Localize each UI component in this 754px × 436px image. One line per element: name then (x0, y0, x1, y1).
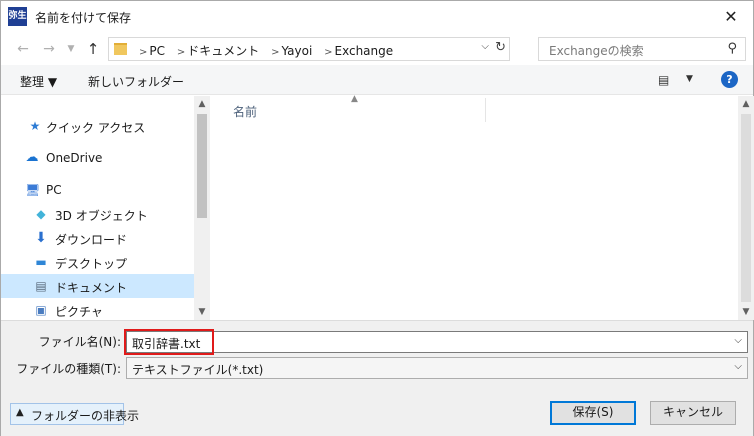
filetype-label: ファイルの種類(T): (16, 362, 121, 376)
nav-item-quick-access[interactable]: ★ クイック アクセス (1, 114, 194, 138)
arrow-up-icon: ↑ (86, 40, 100, 58)
folder-icon (114, 43, 127, 55)
new-folder-button[interactable]: 新しいフォルダー (88, 73, 184, 90)
scroll-down-icon[interactable]: ▼ (738, 304, 754, 320)
chevron-right-icon: > (139, 47, 148, 58)
nav-item-label: ダウンロード (55, 233, 128, 247)
nav-item-label: デスクトップ (55, 257, 128, 271)
nav-item-desktop[interactable]: ▬ デスクトップ (1, 250, 194, 274)
breadcrumb-pc[interactable]: PC (149, 44, 165, 58)
up-button[interactable]: ↑ (83, 39, 103, 59)
search-box[interactable]: Exchangeの検索 ⚲ (538, 37, 746, 61)
chevron-up-icon: ▲ (16, 407, 24, 418)
column-divider[interactable] (485, 98, 486, 122)
scrollbar-thumb[interactable] (197, 114, 207, 218)
nav-item-label: 3D オブジェクト (55, 209, 148, 223)
chevron-right-icon: > (271, 47, 280, 58)
highlight-box (124, 329, 214, 355)
save-button[interactable]: 保存(S) (550, 401, 636, 425)
computer-icon: 🖥 (25, 183, 41, 197)
command-toolbar: 整理 ▼ 新しいフォルダー ▤ ▼ ? (1, 65, 753, 95)
nav-item-pc[interactable]: 🖥 PC (1, 178, 194, 202)
chevron-right-icon: > (324, 47, 333, 58)
back-button[interactable]: ← (13, 39, 33, 59)
chevron-down-icon[interactable]: ▼ (686, 74, 693, 84)
hide-folders-label: フォルダーの非表示 (31, 409, 140, 423)
nav-item-label: ピクチャ (55, 305, 103, 319)
cloud-icon: ☁ (25, 150, 39, 165)
star-icon: ★ (29, 119, 41, 133)
title-bar: 弥生 名前を付けて保存 ✕ (1, 1, 753, 33)
cube-icon: ◆ (36, 207, 46, 221)
close-icon: ✕ (724, 7, 738, 26)
arrow-left-icon: ← (17, 41, 29, 57)
nav-item-label: PC (46, 183, 62, 197)
nav-item-label: ドキュメント (55, 281, 128, 295)
column-header-label: 名前 (233, 105, 258, 119)
window-title: 名前を付けて保存 (35, 11, 132, 25)
forward-button[interactable]: → (39, 39, 59, 59)
hide-folders-button[interactable]: ▲ フォルダーの非表示 (10, 403, 139, 425)
file-list-scrollbar[interactable]: ▲ ▼ (738, 96, 754, 320)
nav-item-onedrive[interactable]: ☁ OneDrive (1, 146, 194, 170)
address-row: ← → ▼ ↑ > PC > ドキュメント > Yayoi > Exchange ⌵ ↻… (1, 33, 753, 65)
nav-item-3d-objects[interactable]: ◆ 3D オブジェクト (1, 202, 194, 226)
picture-icon: ▣ (35, 303, 47, 317)
filename-label: ファイル名(N): (38, 335, 121, 349)
column-header-name[interactable]: 名前 (233, 103, 257, 120)
chevron-down-icon: ▼ (67, 44, 75, 54)
search-icon[interactable]: ⚲ (727, 41, 737, 56)
save-as-dialog: 弥生 名前を付けて保存 ✕ ← → ▼ ↑ > PC > ドキュメント > Yayoi… (0, 0, 754, 436)
save-form: ファイル名(N): 取引辞書.txt ⌵ ファイルの種類(T): テキストファイ… (1, 320, 753, 436)
nav-item-downloads[interactable]: ⬇ ダウンロード (1, 226, 194, 250)
recent-locations-button[interactable]: ▼ (61, 39, 81, 59)
view-options-icon[interactable]: ▤ (658, 73, 669, 87)
chevron-down-icon[interactable]: ⌵ (734, 361, 742, 372)
download-icon: ⬇ (35, 230, 47, 246)
address-dropdown-icon[interactable]: ⌵ (481, 41, 489, 52)
nav-scrollbar[interactable]: ▲ ▼ (194, 96, 210, 320)
chevron-right-icon: > (176, 47, 186, 58)
nav-item-label: OneDrive (46, 151, 103, 165)
breadcrumb-yayoi[interactable]: Yayoi (281, 44, 312, 58)
cancel-button[interactable]: キャンセル (650, 401, 736, 425)
scroll-up-icon[interactable]: ▲ (738, 96, 754, 112)
filetype-value: テキストファイル(*.txt) (132, 363, 264, 377)
filename-input[interactable]: 取引辞書.txt ⌵ (126, 331, 748, 353)
help-icon[interactable]: ? (721, 71, 738, 88)
app-icon: 弥生 (8, 7, 27, 26)
sort-arrow-icon: ▲ (351, 94, 358, 104)
scroll-down-icon[interactable]: ▼ (194, 304, 210, 320)
scroll-up-icon[interactable]: ▲ (194, 96, 210, 112)
search-placeholder: Exchangeの検索 (549, 44, 644, 58)
chevron-down-icon[interactable]: ⌵ (734, 335, 742, 346)
nav-item-documents[interactable]: ▤ ドキュメント (1, 274, 194, 298)
breadcrumb-exchange[interactable]: Exchange (335, 44, 394, 58)
filetype-select[interactable]: テキストファイル(*.txt) ⌵ (126, 357, 748, 379)
nav-item-pictures[interactable]: ▣ ピクチャ (1, 298, 194, 320)
document-icon: ▤ (35, 279, 47, 293)
organize-button[interactable]: 整理 ▼ (20, 73, 57, 90)
navigation-pane: ★ クイック アクセス ☁ OneDrive 🖥 PC ◆ 3D オブジェクト … (1, 96, 210, 320)
desktop-icon: ▬ (35, 255, 47, 269)
breadcrumb-documents[interactable]: ドキュメント (187, 44, 259, 58)
address-bar[interactable]: > PC > ドキュメント > Yayoi > Exchange ⌵ ↻ (108, 37, 510, 61)
nav-item-label: クイック アクセス (46, 121, 146, 135)
breadcrumb: > PC > ドキュメント > Yayoi > Exchange (133, 42, 395, 59)
refresh-icon[interactable]: ↻ (495, 40, 506, 55)
close-button[interactable]: ✕ (709, 1, 753, 33)
arrow-right-icon: → (43, 41, 55, 57)
file-list[interactable]: 名前 ▲ (213, 94, 738, 320)
scrollbar-thumb[interactable] (741, 114, 751, 302)
